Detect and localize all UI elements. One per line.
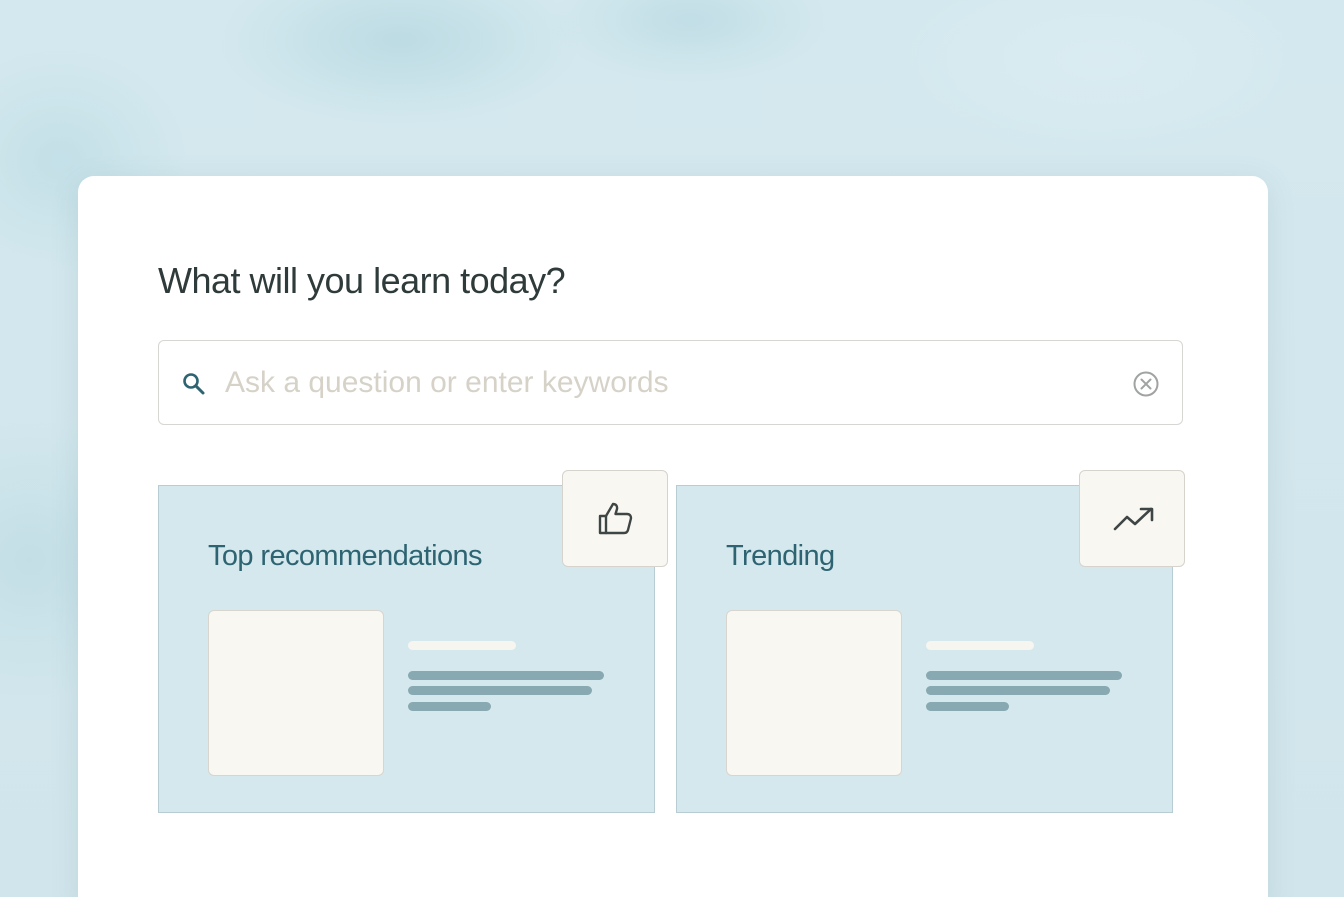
content-text-line-placeholder [408,686,592,695]
search-input[interactable] [225,361,1105,405]
panel-title: Top recommendations [208,540,483,572]
main-card: What will you learn today? Top recommend… [78,176,1268,897]
content-thumbnail-placeholder [726,610,902,776]
recommendations-badge [562,470,668,567]
content-title-placeholder [408,641,516,650]
content-text-line-placeholder [408,671,604,680]
content-text-line-placeholder [926,686,1110,695]
content-thumbnail-placeholder [208,610,384,776]
content-text-line-placeholder [926,671,1122,680]
clear-search-icon[interactable] [1132,370,1160,398]
trending-badge [1079,470,1185,567]
content-text-line-placeholder [408,702,491,711]
search-icon[interactable] [181,371,207,397]
panel-title: Trending [726,540,835,572]
content-title-placeholder [926,641,1034,650]
search-box[interactable] [158,340,1183,425]
page-title: What will you learn today? [158,260,566,301]
content-text-line-placeholder [926,702,1009,711]
